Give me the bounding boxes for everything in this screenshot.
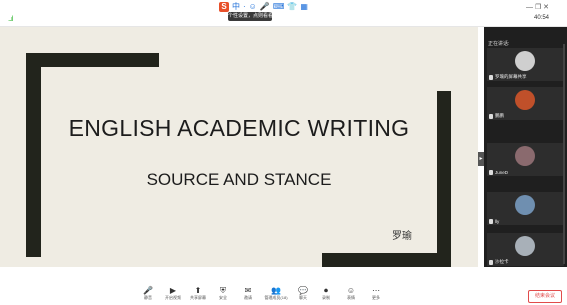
sogou-logo-icon[interactable]: S xyxy=(219,1,229,12)
mute-button[interactable]: 🎤 静音 xyxy=(135,285,161,301)
shared-slide: ENGLISH ACADEMIC WRITING SOURCE AND STAN… xyxy=(0,27,478,267)
avatar xyxy=(515,195,535,215)
participant-tile[interactable]: 鹏鹏 xyxy=(487,87,564,120)
participant-name: JuneD xyxy=(495,170,509,175)
shield-icon: ⛨ xyxy=(220,286,226,295)
invite-icon: ✉ xyxy=(244,286,252,295)
ime-chinese-mode[interactable]: 中 xyxy=(232,1,240,12)
participant-tile[interactable]: JuneD xyxy=(487,143,564,176)
share-screen-button[interactable]: ⬆ 共享屏幕 xyxy=(185,285,211,301)
speaking-header: 正在讲话: xyxy=(488,41,510,47)
ime-toolbar[interactable]: S 中 · ☺ 🎤 ⌨ 👕 ▦ xyxy=(219,1,308,12)
slide-author: 罗瑜 xyxy=(392,231,412,242)
avatar xyxy=(515,236,535,256)
slide-subtitle: SOURCE AND STANCE xyxy=(146,170,332,189)
participant-name: 罗瑜的屏幕共享 xyxy=(495,74,527,79)
participant-tile[interactable]: 沙拉卡 xyxy=(487,233,564,266)
avatar xyxy=(515,146,535,166)
avatar xyxy=(515,90,535,110)
record-button[interactable]: ⏺ 录制 xyxy=(313,285,339,301)
ime-punct-icon[interactable]: · xyxy=(243,2,246,11)
participant-tile[interactable]: 罗瑜的屏幕共享 xyxy=(487,48,564,81)
record-icon: ⏺ xyxy=(324,286,328,295)
emoji-icon: ☺ xyxy=(346,286,356,295)
participant-name: 鹏鹏 xyxy=(495,113,504,118)
signal-strength-icon: ...ıl xyxy=(8,16,13,23)
frame-bar-top xyxy=(26,53,159,67)
members-icon: 👥 xyxy=(271,286,281,295)
meeting-toolbar: 🎤 静音 ▶ 开启视频 ⬆ 共享屏幕 ⛨ 安全 ✉ 邀请 👥 管理成员(18) … xyxy=(0,285,567,305)
invite-button[interactable]: ✉ 邀请 xyxy=(235,285,261,301)
microphone-icon: 🎤 xyxy=(143,286,153,295)
ime-toolbox-icon[interactable]: ▦ xyxy=(300,2,308,11)
frame-bar-left xyxy=(26,53,41,257)
end-meeting-button[interactable]: 结束会议 xyxy=(528,290,562,303)
participant-panel: 正在讲话: 罗瑜的屏幕共享 鹏鹏 JuneD lly 沙拉卡 xyxy=(484,27,567,267)
security-button[interactable]: ⛨ 安全 xyxy=(210,285,236,301)
start-video-button[interactable]: ▶ 开启视频 xyxy=(160,285,186,301)
top-bar: ...ıl S 中 · ☺ 🎤 ⌨ 👕 ▦ 个性设置，点则看看 — ❐ ✕ 40… xyxy=(0,0,567,27)
meeting-timer: 40:54 xyxy=(534,15,550,21)
ime-keyboard-icon[interactable]: ⌨ xyxy=(273,2,285,11)
slide-title: ENGLISH ACADEMIC WRITING xyxy=(68,115,410,141)
participant-tile[interactable]: lly xyxy=(487,192,564,225)
participant-name: 沙拉卡 xyxy=(495,259,509,264)
mic-icon xyxy=(489,219,493,224)
more-icon: ⋯ xyxy=(372,286,380,295)
frame-bar-bottom xyxy=(322,253,451,267)
avatar xyxy=(515,51,535,71)
more-button[interactable]: ⋯ 更多 xyxy=(363,285,389,301)
video-icon: ▶ xyxy=(169,286,177,295)
mic-icon xyxy=(489,260,493,265)
manage-members-button[interactable]: 👥 管理成员(18) xyxy=(260,285,292,301)
ime-emoji-icon[interactable]: ☺ xyxy=(249,2,257,11)
reactions-button[interactable]: ☺ 表情 xyxy=(338,285,364,301)
mic-icon xyxy=(489,170,493,175)
chat-icon: 💬 xyxy=(298,286,308,295)
ime-voice-icon[interactable]: 🎤 xyxy=(260,2,270,11)
participant-name: lly xyxy=(495,219,500,224)
mic-icon xyxy=(489,75,493,80)
ime-skin-icon[interactable]: 👕 xyxy=(287,2,297,11)
ime-tooltip: 个性设置，点则看看 xyxy=(228,12,272,21)
window-controls[interactable]: — ❐ ✕ xyxy=(526,3,549,11)
mic-icon xyxy=(489,114,493,119)
share-screen-icon: ⬆ xyxy=(194,286,202,295)
panel-scrollbar[interactable] xyxy=(563,44,565,264)
